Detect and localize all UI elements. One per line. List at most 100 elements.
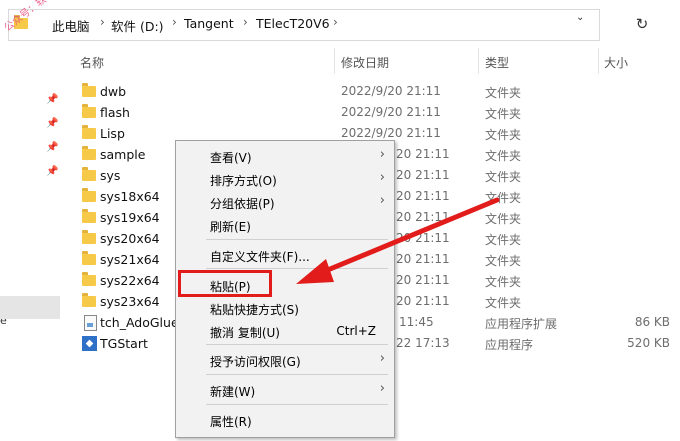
file-name: sys bbox=[100, 168, 121, 183]
folder-icon bbox=[82, 125, 96, 139]
file-type: 文件夹 bbox=[485, 86, 522, 100]
menu-separator bbox=[206, 404, 388, 405]
file-size: 86 KB bbox=[634, 315, 670, 329]
chevron-right-icon: › bbox=[379, 381, 385, 396]
column-divider[interactable] bbox=[598, 48, 599, 74]
menu-item-paste-shortcut[interactable]: 粘贴快捷方式(S) bbox=[176, 297, 394, 319]
pin-icon[interactable]: 📌 bbox=[46, 118, 58, 130]
file-name: sys23x64 bbox=[100, 294, 160, 309]
menu-separator bbox=[206, 268, 388, 269]
breadcrumb-separator[interactable]: › bbox=[100, 15, 105, 29]
file-row[interactable]: dwb 2022/9/20 21:11 文件夹 bbox=[78, 81, 678, 102]
pin-icon[interactable]: 📌 bbox=[46, 94, 58, 106]
menu-item-label: 新建(W) bbox=[210, 385, 256, 399]
navigation-pane: 📌 📌 📌 📌 e bbox=[0, 46, 62, 441]
menu-item-label: 粘贴快捷方式(S) bbox=[210, 303, 299, 317]
folder-icon bbox=[82, 251, 96, 265]
menu-separator bbox=[206, 239, 388, 240]
chevron-right-icon: › bbox=[379, 351, 385, 366]
folder-icon bbox=[82, 272, 96, 286]
breadcrumb-separator[interactable]: › bbox=[243, 15, 248, 29]
column-header-date[interactable]: 修改日期 bbox=[341, 54, 389, 71]
file-type: 文件夹 bbox=[485, 233, 522, 247]
breadcrumb-drive[interactable]: 软件 (D:) bbox=[111, 16, 164, 35]
file-size: 520 KB bbox=[627, 336, 670, 350]
breadcrumb-separator[interactable]: › bbox=[172, 15, 177, 29]
menu-item-label: 授予访问权限(G) bbox=[210, 355, 301, 369]
refresh-icon[interactable]: ↻ bbox=[630, 12, 654, 36]
file-name: tch_AdoGlue. bbox=[100, 315, 183, 330]
menu-item-undo-copy[interactable]: 撤消 复制(U) Ctrl+Z bbox=[176, 320, 394, 342]
column-divider[interactable] bbox=[334, 48, 335, 74]
breadcrumb-tangent[interactable]: Tangent bbox=[184, 16, 234, 31]
file-type: 文件夹 bbox=[485, 275, 522, 289]
file-date: 20 21:11 bbox=[396, 168, 450, 182]
pin-icon[interactable]: 📌 bbox=[46, 142, 58, 154]
file-type: 文件夹 bbox=[485, 170, 522, 184]
file-date: 20 21:11 bbox=[396, 252, 450, 266]
file-date: 20 21:11 bbox=[396, 231, 450, 245]
app-icon bbox=[82, 336, 97, 351]
file-name: sys20x64 bbox=[100, 231, 160, 246]
chevron-right-icon: › bbox=[379, 147, 385, 162]
file-type: 文件夹 bbox=[485, 254, 522, 268]
file-type: 文件夹 bbox=[485, 128, 522, 142]
file-date: 20 21:11 bbox=[396, 273, 450, 287]
menu-item-label: 撤消 复制(U) bbox=[210, 326, 280, 340]
file-name: sys19x64 bbox=[100, 210, 160, 225]
menu-item-customize-folder[interactable]: 自定义文件夹(F)... bbox=[176, 244, 394, 266]
file-type: 文件夹 bbox=[485, 296, 522, 310]
column-divider[interactable] bbox=[478, 48, 479, 74]
column-header-type[interactable]: 类型 bbox=[485, 54, 509, 71]
file-date: 2022/9/20 21:11 bbox=[341, 105, 441, 119]
file-type: 文件夹 bbox=[485, 191, 522, 205]
file-type: 文件夹 bbox=[485, 149, 522, 163]
dll-file-icon bbox=[84, 315, 97, 331]
menu-item-refresh[interactable]: 刷新(E) bbox=[176, 214, 394, 236]
file-type: 应用程序 bbox=[485, 338, 534, 352]
paste-highlight-box bbox=[178, 270, 272, 297]
folder-icon bbox=[82, 104, 96, 118]
menu-item-shortcut: Ctrl+Z bbox=[336, 324, 376, 338]
address-bar-area: 此电脑 › 软件 (D:) › Tangent › TElecT20V6 › ⌄… bbox=[0, 0, 680, 46]
breadcrumb-this-pc[interactable]: 此电脑 bbox=[52, 16, 90, 35]
file-row[interactable]: flash 2022/9/20 21:11 文件夹 bbox=[78, 102, 678, 123]
menu-item-new[interactable]: 新建(W) › bbox=[176, 379, 394, 401]
menu-item-grant-access[interactable]: 授予访问权限(G) › bbox=[176, 349, 394, 371]
file-date: 2022/9/20 21:11 bbox=[341, 84, 441, 98]
column-header-size[interactable]: 大小 bbox=[604, 54, 628, 71]
menu-item-group[interactable]: 分组依据(P) › bbox=[176, 191, 394, 213]
folder-icon bbox=[82, 209, 96, 223]
file-name: TGStart bbox=[100, 336, 148, 351]
file-date: 20 21:11 bbox=[396, 294, 450, 308]
file-name: flash bbox=[100, 105, 130, 120]
file-date: 20 21:11 bbox=[396, 210, 450, 224]
file-date: 20 21:11 bbox=[396, 189, 450, 203]
file-date: 22 17:13 bbox=[396, 336, 450, 350]
file-date: 11:45 bbox=[399, 315, 434, 329]
nav-item-selected[interactable] bbox=[0, 296, 60, 319]
file-name: dwb bbox=[100, 84, 127, 99]
folder-icon bbox=[82, 167, 96, 181]
folder-icon bbox=[82, 188, 96, 202]
file-type: 文件夹 bbox=[485, 107, 522, 121]
menu-item-sort[interactable]: 排序方式(O) › bbox=[176, 168, 394, 190]
file-type: 文件夹 bbox=[485, 212, 522, 226]
breadcrumb-separator[interactable]: › bbox=[333, 15, 338, 29]
folder-icon bbox=[82, 293, 96, 307]
folder-icon bbox=[82, 146, 96, 160]
address-dropdown-icon[interactable]: ⌄ bbox=[576, 12, 584, 23]
folder-icon bbox=[82, 83, 96, 97]
menu-separator bbox=[206, 374, 388, 375]
breadcrumb-telect20v6[interactable]: TElecT20V6 bbox=[256, 16, 330, 31]
column-header-name[interactable]: 名称 bbox=[80, 54, 104, 71]
menu-item-view[interactable]: 查看(V) › bbox=[176, 145, 394, 167]
file-date: 2022/9/20 21:11 bbox=[341, 126, 441, 140]
pin-icon[interactable]: 📌 bbox=[46, 166, 58, 178]
file-name: sys21x64 bbox=[100, 252, 160, 267]
chevron-right-icon: › bbox=[379, 170, 385, 185]
file-name: sys18x64 bbox=[100, 189, 160, 204]
menu-item-label: 排序方式(O) bbox=[210, 174, 277, 188]
file-date: 20 21:11 bbox=[396, 147, 450, 161]
menu-item-properties[interactable]: 属性(R) bbox=[176, 409, 394, 431]
